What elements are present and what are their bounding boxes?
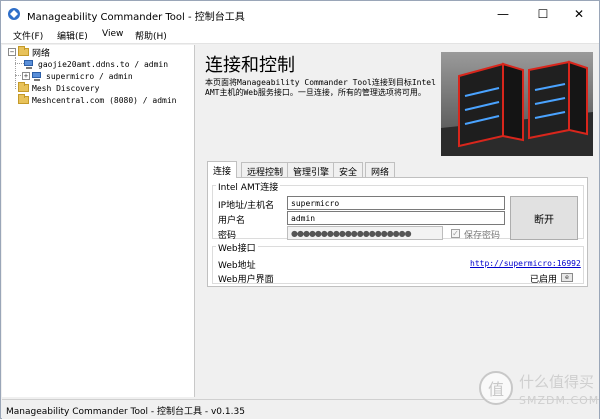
title-bar[interactable]: Manageability Commander Tool - 控制台工具 — ☐… bbox=[1, 1, 599, 27]
watermark-logo-icon: 值 bbox=[479, 371, 513, 405]
collapse-icon[interactable]: − bbox=[8, 48, 16, 56]
menu-bar: 文件(F) 编辑(E) View 帮助(H) bbox=[1, 27, 599, 44]
amt-connection-title: Intel AMT连接 bbox=[216, 180, 281, 193]
server-photo bbox=[441, 52, 593, 156]
watermark-text: 什么值得买 bbox=[519, 373, 595, 391]
tree-node-label: Mesh Discovery bbox=[32, 83, 100, 93]
tab-remote-control[interactable]: 远程控制 bbox=[241, 162, 290, 178]
tree-node-label: Meshcentral.com (8080) / admin bbox=[32, 95, 177, 105]
window-title: Manageability Commander Tool - 控制台工具 bbox=[27, 12, 245, 23]
menu-view[interactable]: View bbox=[102, 29, 123, 39]
folder-icon bbox=[18, 46, 29, 56]
main-panel: 连接和控制 本页面将Manageability Commander Tool连接… bbox=[197, 45, 598, 397]
page-description: 本页面将Manageability Commander Tool连接到目标Int… bbox=[205, 78, 436, 97]
folder-icon bbox=[18, 94, 29, 104]
username-input[interactable]: admin bbox=[287, 211, 505, 225]
maximize-button[interactable]: ☐ bbox=[523, 1, 563, 27]
tree-node-mesh-discovery[interactable]: Mesh Discovery bbox=[18, 82, 99, 94]
tree-node-label: supermicro / admin bbox=[46, 71, 133, 81]
page-title: 连接和控制 bbox=[205, 55, 295, 76]
browser-icon[interactable]: e bbox=[561, 273, 573, 282]
tab-connect[interactable]: 连接 bbox=[207, 161, 238, 178]
watermark: 值 什么值得买 SMZDM.COM bbox=[479, 369, 600, 417]
folder-icon bbox=[18, 82, 29, 92]
web-address-link[interactable]: http://supermicro:16992 bbox=[470, 259, 581, 268]
host-label: IP地址/主机名 bbox=[218, 201, 275, 211]
web-interface-title: Web接口 bbox=[216, 241, 258, 254]
close-icon: ✕ bbox=[573, 7, 585, 21]
password-label: 密码 bbox=[218, 231, 237, 241]
close-button[interactable]: ✕ bbox=[559, 1, 599, 27]
web-ui-label: Web用户界面 bbox=[218, 275, 274, 285]
watermark-domain: SMZDM.COM bbox=[519, 394, 600, 407]
tab-management-engine[interactable]: 管理引擎 bbox=[287, 162, 336, 178]
minimize-icon: — bbox=[497, 7, 509, 21]
tree-node-supermicro[interactable]: + supermicro / admin bbox=[22, 70, 133, 82]
device-tree[interactable]: − 网络 gaojie20amt.ddns.to / admin + super… bbox=[2, 45, 195, 397]
save-password-label: 保存密码 bbox=[464, 231, 501, 241]
minimize-button[interactable]: — bbox=[483, 1, 523, 27]
menu-file[interactable]: 文件(F) bbox=[13, 29, 43, 42]
menu-edit[interactable]: 编辑(E) bbox=[57, 29, 88, 42]
app-icon bbox=[8, 8, 20, 20]
status-text: Manageability Commander Tool - 控制台工具 - v… bbox=[6, 407, 245, 417]
computer-icon bbox=[32, 71, 43, 81]
tree-node-meshcentral[interactable]: Meshcentral.com (8080) / admin bbox=[18, 94, 177, 106]
server-illustration bbox=[441, 52, 593, 156]
tab-network[interactable]: 网络 bbox=[365, 162, 396, 178]
expand-icon[interactable]: + bbox=[22, 72, 30, 80]
tree-node-label: gaojie20amt.ddns.to / admin bbox=[38, 59, 169, 69]
username-label: 用户名 bbox=[218, 216, 246, 226]
connect-tab-panel: Intel AMT连接 IP地址/主机名 supermicro 用户名 admi… bbox=[207, 177, 588, 287]
maximize-icon: ☐ bbox=[537, 7, 549, 21]
web-ui-status: 已启用 bbox=[530, 275, 558, 285]
tree-guide-line bbox=[15, 63, 24, 64]
menu-help[interactable]: 帮助(H) bbox=[135, 29, 167, 42]
disconnect-button[interactable]: 断开 bbox=[510, 196, 578, 240]
tree-node-gaojie[interactable]: gaojie20amt.ddns.to / admin bbox=[24, 58, 168, 70]
computer-icon bbox=[24, 59, 35, 69]
web-address-label: Web地址 bbox=[218, 261, 256, 271]
tab-security[interactable]: 安全 bbox=[333, 162, 364, 178]
save-password-checkbox[interactable]: ✓ bbox=[451, 229, 460, 238]
tree-node-network[interactable]: − 网络 bbox=[8, 46, 51, 59]
tree-node-label: 网络 bbox=[32, 48, 51, 59]
tree-guide-line bbox=[15, 57, 16, 89]
app-window: Manageability Commander Tool - 控制台工具 — ☐… bbox=[0, 0, 600, 419]
host-input[interactable]: supermicro bbox=[287, 196, 505, 210]
password-input[interactable]: ●●●●●●●●●●●●●●●●●●●● bbox=[287, 226, 443, 240]
